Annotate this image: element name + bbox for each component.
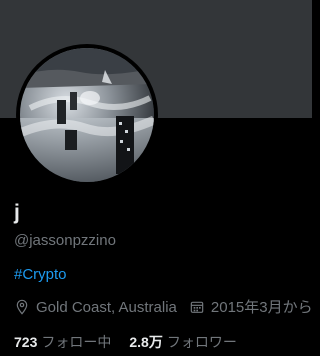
followers-link[interactable]: 2.8万 フォロワー [129, 332, 236, 352]
display-name: j [14, 201, 20, 224]
location-text: Gold Coast, Australia [36, 299, 177, 316]
location-item: Gold Coast, Australia [14, 298, 177, 318]
calendar-icon [190, 301, 204, 313]
followers-count: 2.8万 [129, 334, 163, 350]
avatar[interactable] [20, 48, 154, 182]
joined-text: 2015年3月からTwitterを利用しています [210, 299, 312, 316]
username-handle: @jassonpzzino [14, 232, 116, 249]
bio-hashtag-link[interactable]: #Crypto [14, 265, 67, 285]
followers-label: フォロワー [166, 334, 237, 350]
following-link[interactable]: 723 フォロー中 [14, 332, 111, 352]
location-pin-icon [16, 299, 28, 315]
following-count: 723 [14, 334, 38, 350]
follow-stats: 723 フォロー中 2.8万 フォロワー [14, 332, 255, 352]
avatar-image [20, 48, 154, 182]
following-label: フォロー中 [41, 334, 112, 350]
profile-meta: Gold Coast, Australia 2015年3月からTwitterを利… [14, 298, 312, 318]
joined-item: 2015年3月からTwitterを利用しています [189, 298, 312, 318]
